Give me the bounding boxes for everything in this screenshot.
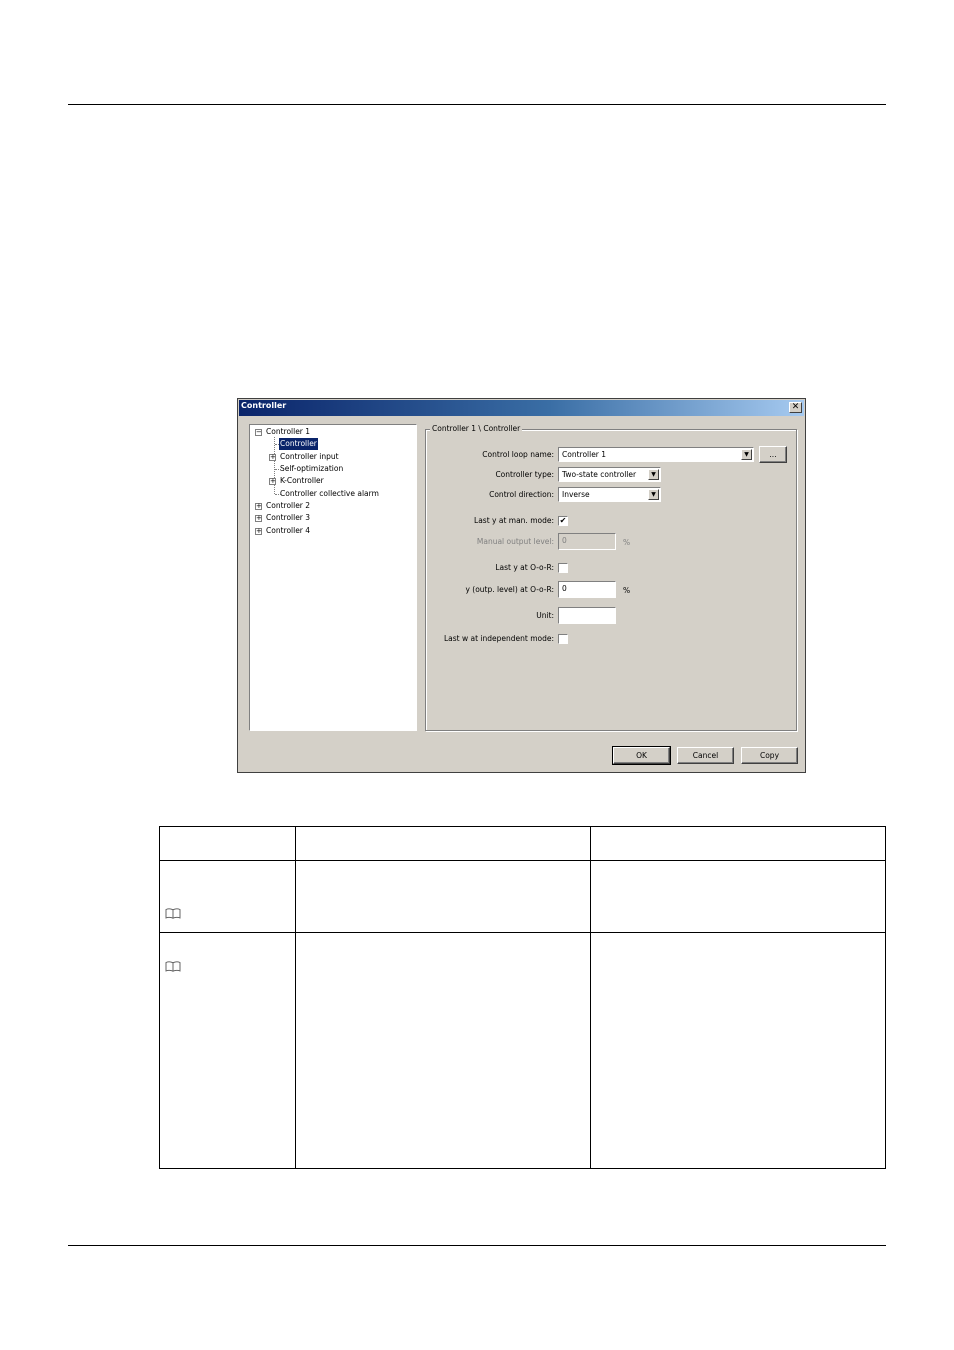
expand-icon[interactable]: + bbox=[255, 515, 262, 522]
close-button[interactable]: ✕ bbox=[789, 402, 802, 413]
control-direction-select[interactable]: Inverse ▼ bbox=[558, 487, 661, 502]
top-rule bbox=[68, 104, 886, 105]
table-column-divider bbox=[590, 827, 591, 1168]
controller-dialog: Controller ✕ − Controller 1 Controller +… bbox=[237, 398, 806, 773]
parameter-table bbox=[159, 826, 886, 1169]
tree-item-label: Controller 1 bbox=[266, 427, 311, 436]
chevron-down-icon[interactable]: ▼ bbox=[648, 469, 659, 480]
copy-button-label: Copy bbox=[759, 751, 780, 760]
last-y-man-mode-checkbox[interactable]: ✔ bbox=[558, 516, 568, 526]
copy-button[interactable]: Copy bbox=[741, 747, 798, 764]
table-row-divider bbox=[160, 932, 885, 933]
expand-icon[interactable]: + bbox=[269, 478, 276, 485]
last-w-independent-checkbox[interactable] bbox=[558, 634, 568, 644]
tree-item-label: Controller input bbox=[280, 452, 339, 461]
tree-item-label: Self-optimization bbox=[280, 464, 344, 473]
checkmark-icon: ✔ bbox=[559, 516, 567, 525]
controller-type-select[interactable]: Two-state controller ▼ bbox=[558, 467, 661, 482]
tree-line bbox=[274, 437, 275, 494]
chevron-down-icon[interactable]: ▼ bbox=[648, 489, 659, 500]
y-outp-level-oor-value: 0 bbox=[562, 584, 567, 593]
control-loop-name-value: Controller 1 bbox=[562, 450, 607, 459]
book-icon bbox=[165, 908, 181, 919]
unit-label: Unit: bbox=[536, 611, 554, 620]
y-outp-level-oor-unit: % bbox=[623, 586, 631, 595]
last-y-oor-checkbox[interactable] bbox=[558, 563, 568, 573]
y-outp-level-oor-input[interactable]: 0 bbox=[558, 581, 616, 598]
ok-button[interactable]: OK bbox=[612, 746, 671, 765]
expand-icon[interactable]: + bbox=[255, 503, 262, 510]
control-loop-name-combobox[interactable]: Controller 1 ▼ bbox=[558, 447, 754, 462]
last-y-man-mode-label: Last y at man. mode: bbox=[474, 516, 554, 525]
chevron-down-icon[interactable]: ▼ bbox=[741, 449, 752, 460]
unit-input[interactable] bbox=[558, 607, 616, 624]
control-direction-value: Inverse bbox=[562, 490, 590, 499]
tree-item-label: Controller 2 bbox=[266, 501, 311, 510]
controller-type-value: Two-state controller bbox=[562, 470, 637, 479]
control-direction-label: Control direction: bbox=[489, 490, 554, 499]
title-bar[interactable]: Controller ✕ bbox=[239, 400, 804, 416]
close-icon: ✕ bbox=[791, 402, 800, 412]
manual-output-level-unit: % bbox=[623, 538, 631, 547]
last-w-independent-label: Last w at independent mode: bbox=[443, 634, 554, 643]
last-y-oor-label: Last y at O-o-R: bbox=[495, 563, 554, 572]
tree-item-label: K-Controller bbox=[280, 476, 324, 485]
ok-button-label: OK bbox=[636, 751, 647, 760]
manual-output-level-input: 0 bbox=[558, 533, 616, 550]
bottom-rule bbox=[68, 1245, 886, 1246]
group-title: Controller 1 \ Controller bbox=[430, 423, 523, 435]
cancel-button[interactable]: Cancel bbox=[677, 747, 734, 764]
expand-icon[interactable]: + bbox=[255, 528, 262, 535]
browse-button-label: ... bbox=[769, 450, 777, 459]
browse-button[interactable]: ... bbox=[759, 446, 787, 463]
controller-type-label: Controller type: bbox=[495, 470, 554, 479]
tree-item-label: Controller bbox=[279, 438, 318, 450]
control-loop-name-label: Control loop name: bbox=[482, 450, 554, 459]
table-row-divider bbox=[160, 860, 885, 861]
collapse-icon[interactable]: − bbox=[255, 429, 262, 436]
tree-item-label: Controller 3 bbox=[266, 513, 311, 522]
tree-item-label: Controller 4 bbox=[266, 526, 311, 535]
book-icon bbox=[165, 961, 181, 972]
cancel-button-label: Cancel bbox=[692, 751, 719, 760]
manual-output-level-value: 0 bbox=[562, 536, 567, 545]
dialog-title: Controller bbox=[241, 401, 287, 410]
y-outp-level-oor-label: y (outp. level) at O-o-R: bbox=[465, 585, 554, 594]
table-column-divider bbox=[295, 827, 296, 1168]
manual-output-level-label: Manual output level: bbox=[476, 537, 554, 546]
expand-icon[interactable]: + bbox=[269, 454, 276, 461]
